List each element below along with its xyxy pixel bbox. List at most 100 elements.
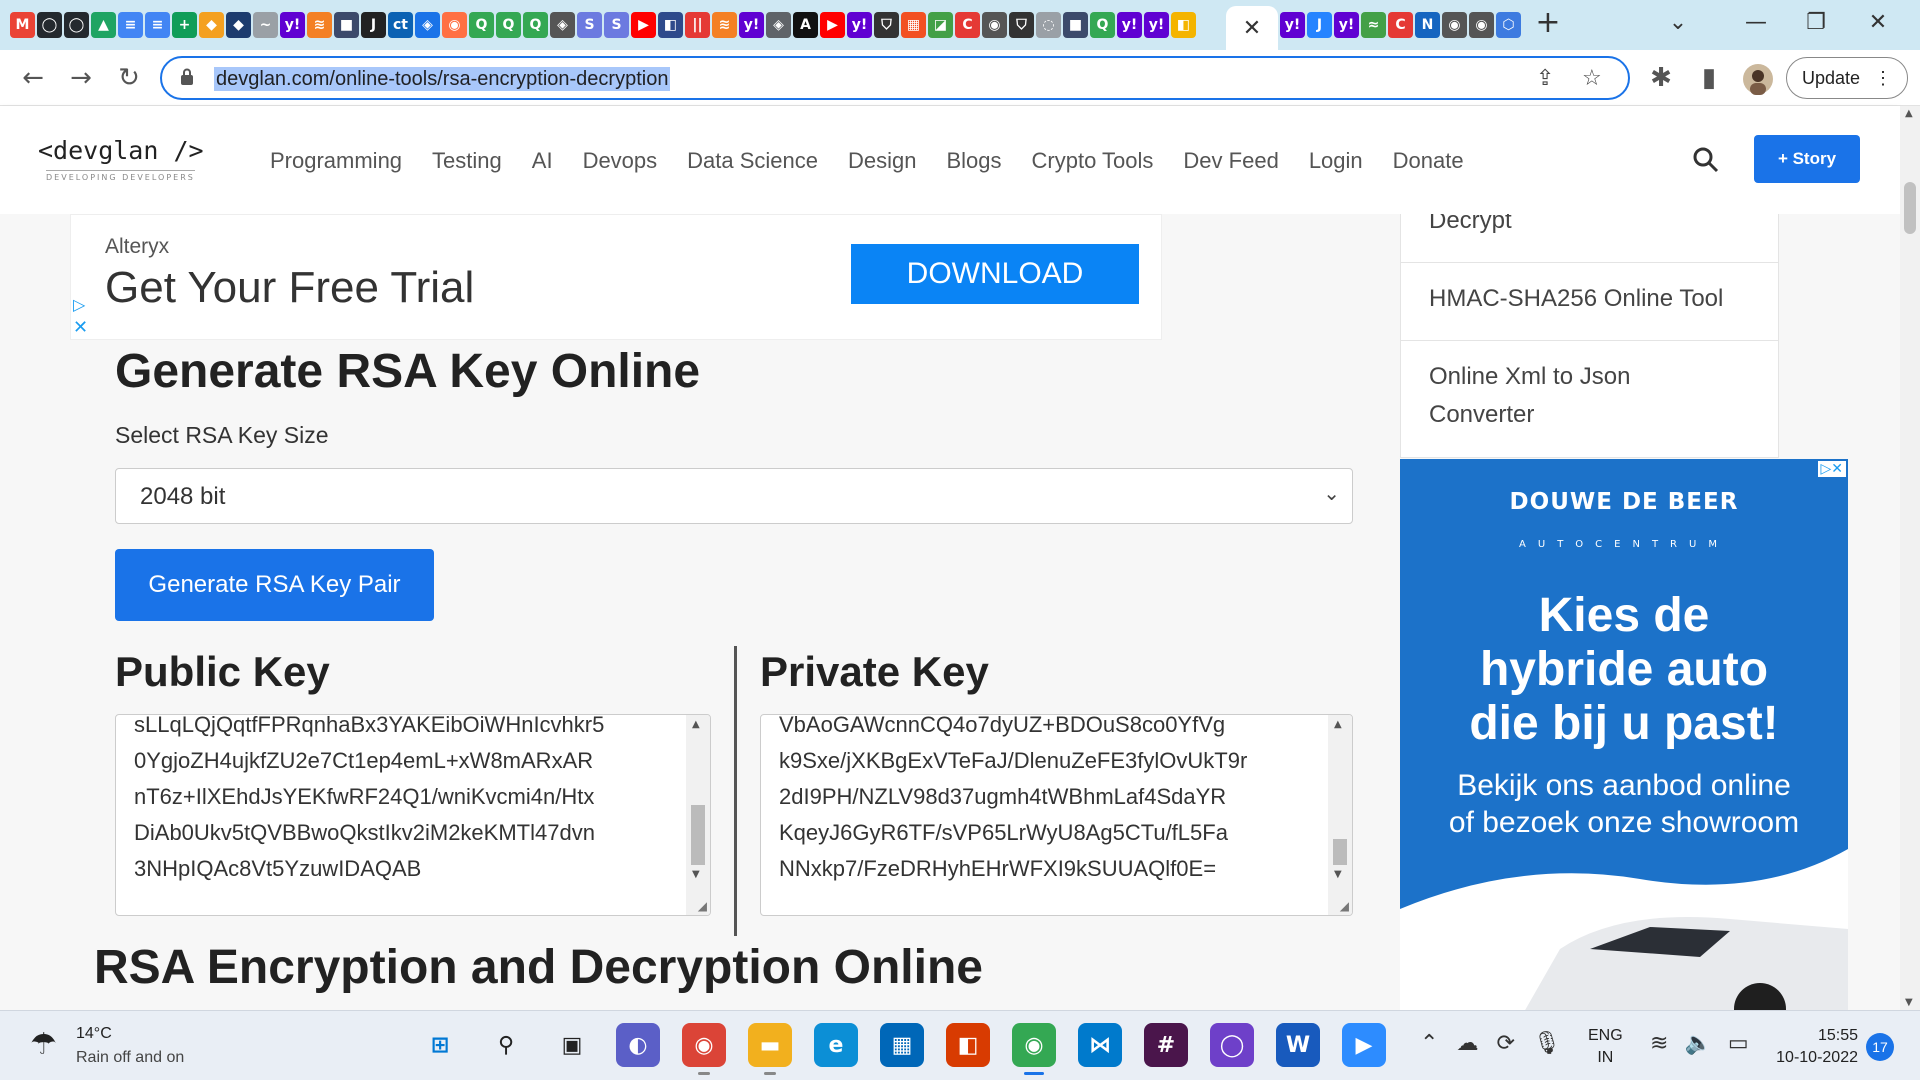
- task-view-icon[interactable]: ▣: [550, 1023, 594, 1067]
- yahoo-icon[interactable]: y!: [280, 12, 305, 38]
- tab-search-icon[interactable]: ⌄: [1658, 8, 1698, 38]
- url-text[interactable]: devglan.com/online-tools/rsa-encryption-…: [214, 67, 671, 91]
- extensions-icon[interactable]: ✱: [1644, 61, 1678, 95]
- public-key-text[interactable]: sLLqLQjQqtfFPRqnhaBx3YAKEibOiWHnIcvhkr5 0…: [134, 715, 678, 887]
- ad-banner-top[interactable]: Alteryx Get Your Free Trial DOWNLOAD ▷ ✕: [70, 214, 1162, 340]
- search-tab-icon[interactable]: Q: [496, 12, 521, 38]
- app-icon[interactable]: S: [604, 12, 629, 38]
- site-logo[interactable]: <devglan />: [38, 136, 204, 165]
- nav-link-design[interactable]: Design: [848, 148, 916, 174]
- nav-link-programming[interactable]: Programming: [270, 148, 402, 174]
- nav-link-dev-feed[interactable]: Dev Feed: [1183, 148, 1278, 174]
- weather-description[interactable]: Rain off and on: [76, 1049, 184, 1067]
- forward-button[interactable]: →: [64, 61, 98, 95]
- chevron-up-icon[interactable]: ⌃: [1420, 1031, 1438, 1056]
- sheets-icon[interactable]: +: [172, 12, 197, 38]
- docs-icon[interactable]: ≡: [118, 12, 143, 38]
- sidebar-item-hmac[interactable]: HMAC-SHA256 Online Tool: [1429, 280, 1723, 318]
- github-desktop-icon[interactable]: ◯: [1210, 1023, 1254, 1067]
- nav-link-devops[interactable]: Devops: [583, 148, 658, 174]
- scroll-down-icon[interactable]: ▼: [692, 869, 700, 880]
- chrome-profile-icon[interactable]: ◉: [1012, 1023, 1056, 1075]
- tab-close-icon[interactable]: ✕: [1243, 16, 1261, 41]
- app-icon[interactable]: ◧: [1171, 12, 1196, 38]
- app-icon[interactable]: ◪: [928, 12, 953, 38]
- search-tab-icon[interactable]: Q: [469, 12, 494, 38]
- app-icon[interactable]: ◉: [982, 12, 1007, 38]
- app-icon[interactable]: ◈: [550, 12, 575, 38]
- search-tab-icon[interactable]: Q: [523, 12, 548, 38]
- bookmark-star-icon[interactable]: ☆: [1582, 66, 1602, 91]
- ad-download-button[interactable]: DOWNLOAD: [851, 244, 1139, 304]
- nav-link-login[interactable]: Login: [1309, 148, 1363, 174]
- scroll-up-icon[interactable]: ▲: [1905, 108, 1913, 119]
- app-icon[interactable]: C: [955, 12, 980, 38]
- jira-icon[interactable]: J: [361, 12, 386, 38]
- nav-link-ai[interactable]: AI: [532, 148, 553, 174]
- docs-icon[interactable]: ≡: [145, 12, 170, 38]
- microsoft-icon[interactable]: ▦: [901, 12, 926, 38]
- scroll-down-icon[interactable]: ▼: [1905, 997, 1913, 1008]
- shield-icon[interactable]: ⛉: [874, 12, 899, 38]
- github-icon[interactable]: ◯: [64, 12, 89, 38]
- jira-icon[interactable]: J: [1307, 12, 1332, 38]
- app-icon[interactable]: ◉: [1469, 12, 1494, 38]
- zoom-icon[interactable]: ▶: [1342, 1023, 1386, 1067]
- app-icon[interactable]: ◉: [442, 12, 467, 38]
- stackoverflow-icon[interactable]: ≋: [307, 12, 332, 38]
- weather-temperature[interactable]: 14°C: [76, 1025, 112, 1043]
- app-icon[interactable]: ⬡: [1496, 12, 1521, 38]
- private-key-scrollbar[interactable]: ▲ ▼: [1328, 715, 1352, 915]
- app-icon[interactable]: S: [577, 12, 602, 38]
- lock-icon[interactable]: ■: [334, 12, 359, 38]
- scroll-up-icon[interactable]: ▲: [692, 719, 700, 730]
- address-bar[interactable]: devglan.com/online-tools/rsa-encryption-…: [160, 56, 1630, 100]
- scroll-down-icon[interactable]: ▼: [1334, 869, 1342, 880]
- yahoo-icon[interactable]: y!: [1144, 12, 1169, 38]
- ad-close-icon[interactable]: ✕: [73, 317, 88, 338]
- scroll-up-icon[interactable]: ▲: [1334, 719, 1342, 730]
- yahoo-icon[interactable]: y!: [1334, 12, 1359, 38]
- app-icon[interactable]: C: [1388, 12, 1413, 38]
- yahoo-icon[interactable]: y!: [1280, 12, 1305, 38]
- ad-banner-side[interactable]: ▷✕ DOUWE DE BEER AUTOCENTRUM Kies de hyb…: [1400, 459, 1848, 1010]
- system-status-icons[interactable]: ≋ 🔈 ▭: [1650, 1031, 1749, 1056]
- public-key-scrollbar[interactable]: ▲ ▼: [686, 715, 710, 915]
- update-button[interactable]: Update ⋮: [1786, 57, 1908, 99]
- scroll-thumb[interactable]: [1333, 839, 1347, 865]
- resize-handle-icon[interactable]: ◢: [698, 899, 707, 913]
- private-key-text[interactable]: VbAoGAWcnnCQ4o7dyUZ+BDOuS8co0YfVg k9Sxe/j…: [779, 715, 1320, 887]
- vscode-icon[interactable]: ⋈: [1078, 1023, 1122, 1067]
- new-tab-button[interactable]: +: [1532, 8, 1564, 40]
- microphone-icon[interactable]: 🎙: [1533, 1031, 1561, 1056]
- chrome-icon[interactable]: ◉: [682, 1023, 726, 1075]
- app-icon[interactable]: A: [793, 12, 818, 38]
- clock[interactable]: 15:55 10-10-2022: [1768, 1025, 1858, 1069]
- side-panel-icon[interactable]: ▮: [1692, 61, 1726, 95]
- edge-icon[interactable]: e: [814, 1023, 858, 1067]
- nav-link-donate[interactable]: Donate: [1393, 148, 1464, 174]
- app-icon[interactable]: ||: [685, 12, 710, 38]
- app-icon[interactable]: ◈: [766, 12, 791, 38]
- app-icon[interactable]: ◆: [226, 12, 251, 38]
- sync-icon[interactable]: ⟳: [1496, 1031, 1514, 1056]
- app-icon[interactable]: ◉: [1442, 12, 1467, 38]
- yahoo-icon[interactable]: y!: [739, 12, 764, 38]
- app-icon[interactable]: ct: [388, 12, 413, 38]
- yahoo-icon[interactable]: y!: [1117, 12, 1142, 38]
- back-button[interactable]: ←: [16, 61, 50, 95]
- search-icon[interactable]: [1692, 146, 1720, 174]
- github-icon[interactable]: ◯: [37, 12, 62, 38]
- close-window-button[interactable]: ✕: [1858, 8, 1898, 38]
- drive-icon[interactable]: ▲: [91, 12, 116, 38]
- generate-key-pair-button[interactable]: Generate RSA Key Pair: [115, 549, 434, 621]
- teams-chat-icon[interactable]: ◐: [616, 1023, 660, 1067]
- office-icon[interactable]: ◧: [946, 1023, 990, 1067]
- nav-link-testing[interactable]: Testing: [432, 148, 502, 174]
- shield-icon[interactable]: ⛉: [1009, 12, 1034, 38]
- scroll-thumb[interactable]: [691, 805, 705, 865]
- gmail-icon[interactable]: M: [10, 12, 35, 38]
- restore-button[interactable]: ❐: [1796, 8, 1836, 38]
- sidebar-item-xml-json[interactable]: Online Xml to Json Converter: [1429, 358, 1630, 434]
- minimize-button[interactable]: —: [1736, 8, 1776, 38]
